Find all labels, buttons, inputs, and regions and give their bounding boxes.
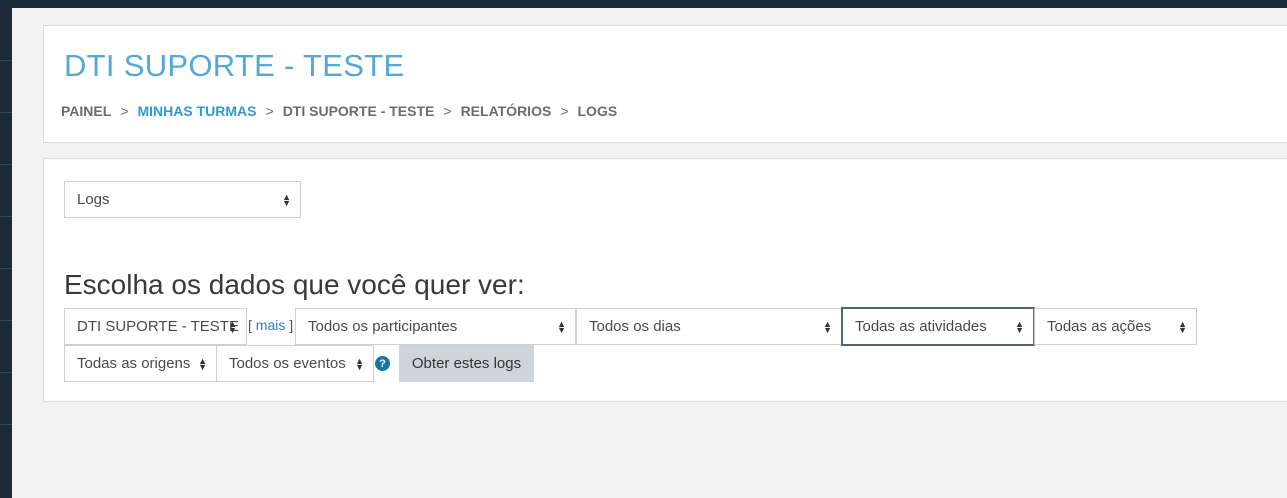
sort-arrows-icon: ▲ ▼ (282, 191, 291, 208)
activities-select[interactable]: Todas as atividades ▲ ▼ (841, 307, 1035, 346)
origins-select[interactable]: Todas as origens ▲ ▼ (64, 345, 217, 382)
activities-select-value: Todas as atividades (855, 318, 987, 335)
sort-arrows-icon: ▲ ▼ (1178, 318, 1187, 335)
participants-select[interactable]: Todos os participantes ▲ ▼ (295, 308, 576, 345)
filters-heading: Escolha os dados que você quer ver: (64, 269, 525, 300)
breadcrumb-item-course[interactable]: DTI SUPORTE - TESTE (283, 103, 435, 119)
participants-select-value: Todos os participantes (308, 318, 458, 335)
get-logs-button[interactable]: Obter estes logs (399, 345, 534, 382)
page-title: DTI SUPORTE - TESTE (64, 48, 405, 83)
breadcrumb-separator: > (443, 103, 452, 119)
breadcrumb-item-relatorios[interactable]: RELATÓRIOS (461, 103, 552, 119)
breadcrumb-item-logs: LOGS (577, 103, 618, 119)
sort-arrows-icon: ▲ ▼ (823, 318, 832, 335)
top-navbar (0, 0, 1287, 8)
actions-select-value: Todas as ações (1047, 318, 1152, 335)
main-content: Logs ▲ ▼ Escolha os dados que você quer v… (43, 158, 1287, 402)
breadcrumb-separator: > (120, 103, 129, 119)
breadcrumb-item-minhas-turmas[interactable]: MINHAS TURMAS (138, 103, 257, 119)
origins-select-value: Todas as origens (77, 355, 191, 372)
sort-arrows-icon: ▲ ▼ (355, 355, 364, 372)
days-select[interactable]: Todos os dias ▲ ▼ (576, 308, 842, 345)
breadcrumb-separator: > (265, 103, 274, 119)
breadcrumb: PAINEL > MINHAS TURMAS > DTI SUPORTE - T… (61, 103, 617, 119)
sort-arrows-icon: ▲ ▼ (228, 318, 237, 335)
more-courses-link[interactable]: mais (256, 317, 286, 333)
report-select[interactable]: Logs ▲ ▼ (64, 181, 301, 218)
actions-select[interactable]: Todas as ações ▲ ▼ (1034, 308, 1197, 345)
breadcrumb-separator: > (560, 103, 569, 119)
sort-arrows-icon: ▲ ▼ (557, 318, 566, 335)
report-select-value: Logs (77, 191, 110, 208)
course-select[interactable]: DTI SUPORTE - TESTE ▲ ▼ (64, 308, 247, 345)
bracket-open: [ (248, 317, 252, 333)
bracket-close: ] (289, 317, 294, 333)
course-select-value: DTI SUPORTE - TESTE (77, 318, 239, 335)
more-courses: [ mais ] (248, 317, 293, 333)
page-header: DTI SUPORTE - TESTE PAINEL > MINHAS TURM… (43, 25, 1287, 143)
breadcrumb-item-painel[interactable]: PAINEL (61, 103, 111, 119)
sort-arrows-icon: ▲ ▼ (198, 355, 207, 372)
days-select-value: Todos os dias (589, 318, 681, 335)
events-select[interactable]: Todos os eventos ▲ ▼ (216, 345, 374, 382)
help-icon[interactable]: ? (375, 356, 390, 371)
events-select-value: Todos os eventos (229, 355, 346, 372)
left-drawer-edge (0, 8, 12, 498)
sort-arrows-icon: ▲ ▼ (1015, 318, 1024, 335)
